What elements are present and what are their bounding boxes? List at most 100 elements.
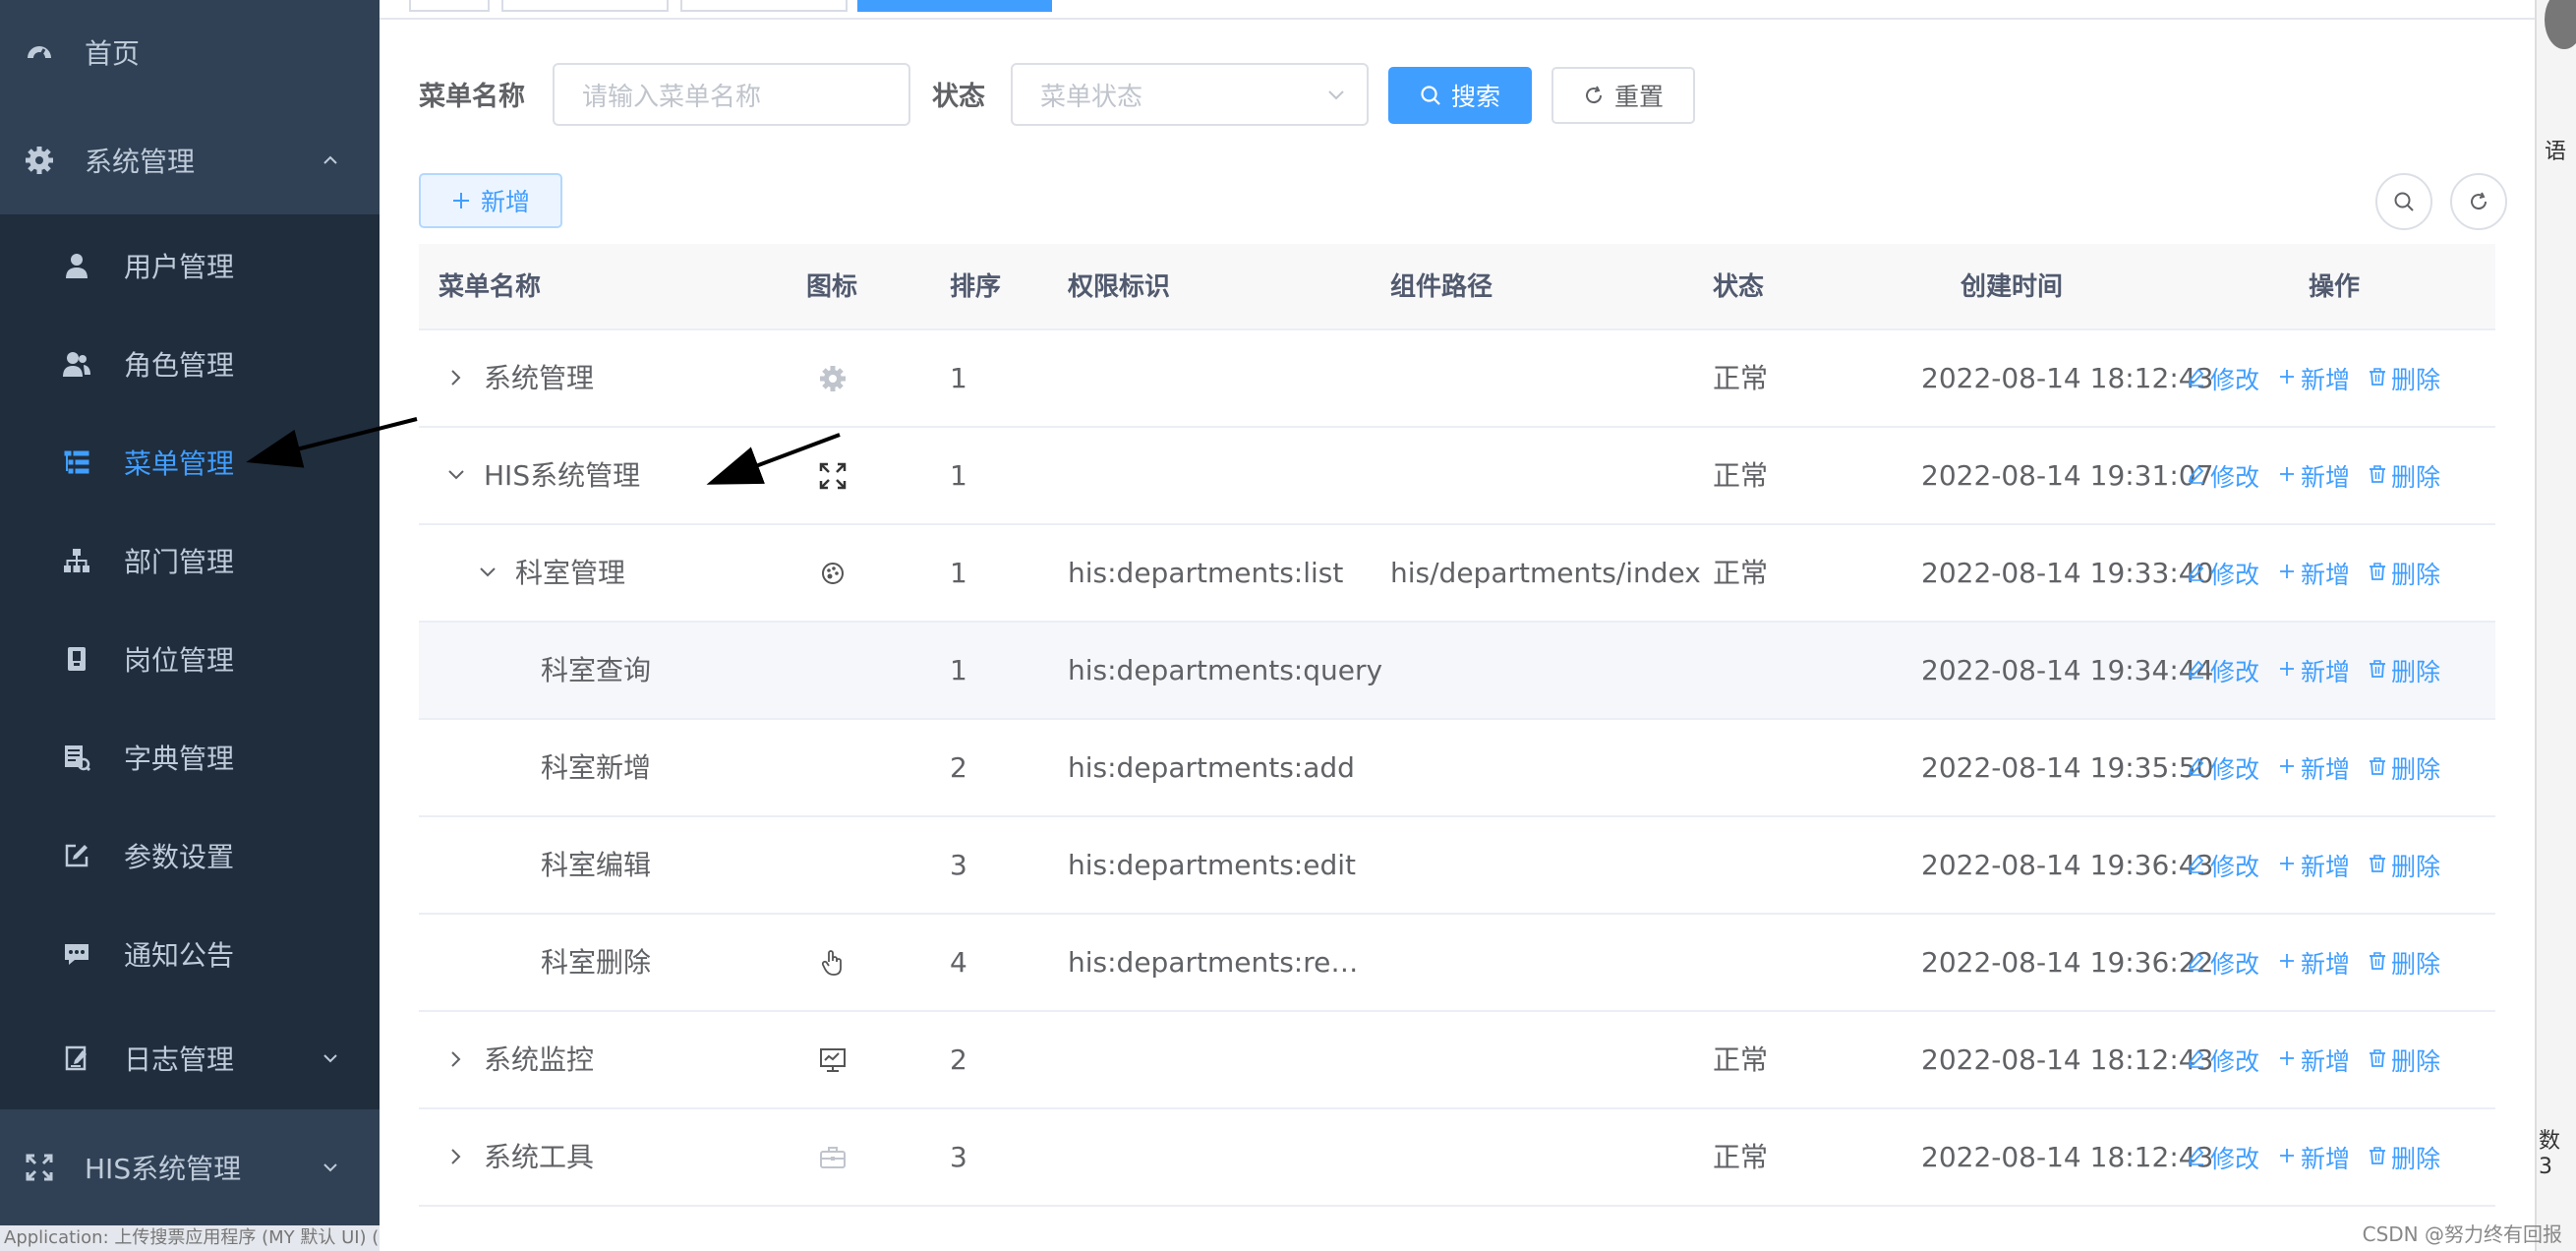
- cell-perms: his:departments:query: [1068, 654, 1383, 686]
- sidebar-item-users[interactable]: 用户管理: [0, 216, 380, 315]
- search-button[interactable]: 搜索: [1388, 67, 1532, 124]
- table-row[interactable]: 系统管理 1 正常 2022-08-14 18:12:43 修改 新增 删除: [419, 330, 2495, 428]
- delete-link[interactable]: 删除: [2368, 556, 2440, 591]
- hand-icon: [816, 946, 849, 980]
- fullscreen-icon: [816, 459, 849, 493]
- refresh-icon: [1585, 86, 1602, 104]
- edit-link[interactable]: 修改: [2187, 458, 2259, 494]
- edit-link[interactable]: 修改: [2187, 1042, 2259, 1078]
- edit-link-label: 修改: [2210, 852, 2260, 881]
- table-row[interactable]: 科室编辑 3 his:departments:edit 2022-08-14 1…: [419, 817, 2495, 915]
- tag-tab[interactable]: [409, 0, 490, 12]
- toggle-search-button[interactable]: [2375, 173, 2432, 230]
- sidebar-item-roles[interactable]: 角色管理: [0, 315, 380, 413]
- delete-icon: [2368, 1143, 2387, 1171]
- add-child-link[interactable]: 新增: [2277, 1042, 2350, 1078]
- edit-link[interactable]: 修改: [2187, 1140, 2259, 1175]
- sidebar-item-home[interactable]: 首页: [0, 0, 380, 103]
- cell-created: 2022-08-14 18:12:43: [1921, 1043, 2214, 1076]
- sidebar-item-menus[interactable]: 菜单管理: [0, 413, 380, 511]
- col-menu-name: 菜单名称: [439, 272, 542, 302]
- edit-link[interactable]: 修改: [2187, 750, 2259, 786]
- table-row[interactable]: 科室新增 2 his:departments:add 2022-08-14 19…: [419, 720, 2495, 817]
- sidebar-item-notice[interactable]: 通知公告: [0, 905, 380, 1003]
- reset-button[interactable]: 重置: [1551, 67, 1695, 124]
- chevron-down-icon: [323, 1054, 337, 1063]
- cell-order: 3: [950, 849, 967, 881]
- expand-toggle-icon[interactable]: [446, 1049, 466, 1069]
- expand-toggle-icon[interactable]: [446, 368, 466, 387]
- cell-status: 正常: [1713, 1141, 1769, 1173]
- add-child-link[interactable]: 新增: [2277, 848, 2350, 883]
- expand-toggle-icon[interactable]: [446, 465, 466, 485]
- tag-tab-active[interactable]: [857, 0, 1052, 12]
- add-child-link[interactable]: 新增: [2277, 458, 2350, 494]
- sidebar-item-posts[interactable]: 岗位管理: [0, 610, 380, 708]
- menu-name-input[interactable]: 请输入菜单名称: [553, 63, 910, 126]
- add-button[interactable]: 新增: [419, 173, 562, 228]
- table-row[interactable]: 科室删除 4 his:departments:re… 2022-08-14 19…: [419, 915, 2495, 1012]
- edit-link[interactable]: 修改: [2187, 361, 2259, 396]
- reset-button-label: 重置: [1613, 83, 1664, 111]
- add-child-link[interactable]: 新增: [2277, 556, 2350, 591]
- edit-link[interactable]: 修改: [2187, 945, 2259, 981]
- delete-link[interactable]: 删除: [2368, 361, 2440, 396]
- delete-link[interactable]: 删除: [2368, 1140, 2440, 1175]
- edit-icon: [61, 840, 92, 871]
- cell-menu-name: HIS系统管理: [484, 459, 641, 492]
- table-row[interactable]: HIS系统管理 1 正常 2022-08-14 19:31:07 修改 新增 删…: [419, 428, 2495, 525]
- delete-link-label: 删除: [2391, 852, 2441, 881]
- status-label: 状态: [932, 82, 985, 112]
- edit-link-label: 修改: [2210, 1144, 2260, 1173]
- add-link-label: 新增: [2301, 754, 2351, 784]
- add-child-link[interactable]: 新增: [2277, 653, 2350, 688]
- plus-icon: [2277, 364, 2297, 392]
- edit-link[interactable]: 修改: [2187, 653, 2259, 688]
- row-actions: 修改 新增 删除: [2187, 428, 2440, 523]
- sidebar-item-depts[interactable]: 部门管理: [0, 511, 380, 610]
- sidebar-item-config[interactable]: 参数设置: [0, 806, 380, 905]
- sidebar-item-label: 系统管理: [85, 145, 196, 178]
- sidebar-item-his[interactable]: HIS系统管理: [0, 1109, 380, 1225]
- delete-icon: [2368, 753, 2387, 782]
- add-link-label: 新增: [2301, 1046, 2351, 1076]
- delete-link[interactable]: 删除: [2368, 945, 2440, 981]
- delete-link[interactable]: 删除: [2368, 653, 2440, 688]
- table-row[interactable]: 科室管理 1 his:departments:list his/departme…: [419, 525, 2495, 623]
- edit-icon: [2187, 656, 2206, 685]
- cell-created: 2022-08-14 19:35:50: [1921, 751, 2214, 784]
- delete-link[interactable]: 删除: [2368, 848, 2440, 883]
- tag-tab[interactable]: [680, 0, 848, 12]
- refresh-table-button[interactable]: [2450, 173, 2507, 230]
- edit-icon: [2187, 1143, 2206, 1171]
- cell-menu-name: 科室管理: [515, 557, 626, 589]
- sidebar-item-system[interactable]: 系统管理: [0, 108, 380, 211]
- table-row[interactable]: 系统监控 2 正常 2022-08-14 18:12:43 修改 新增 删除: [419, 1012, 2495, 1109]
- table-row[interactable]: 系统工具 3 正常 2022-08-14 18:12:43 修改 新增 删除: [419, 1109, 2495, 1207]
- col-ops: 操作: [2309, 272, 2361, 302]
- cell-created: 2022-08-14 19:36:43: [1921, 849, 2214, 881]
- add-child-link[interactable]: 新增: [2277, 361, 2350, 396]
- sidebar-item-dict[interactable]: 字典管理: [0, 708, 380, 806]
- table-row[interactable]: 科室查询 1 his:departments:query 2022-08-14 …: [419, 623, 2495, 720]
- cell-order: 4: [950, 946, 967, 979]
- tag-tab[interactable]: [501, 0, 669, 12]
- add-child-link[interactable]: 新增: [2277, 750, 2350, 786]
- sidebar-item-label: 用户管理: [124, 251, 235, 283]
- status-select[interactable]: 菜单状态: [1011, 63, 1369, 126]
- delete-link[interactable]: 删除: [2368, 458, 2440, 494]
- delete-link-label: 删除: [2391, 365, 2441, 394]
- expand-toggle-icon[interactable]: [446, 1147, 466, 1166]
- sidebar-item-logs[interactable]: 日志管理: [0, 1009, 380, 1107]
- delete-link-label: 删除: [2391, 657, 2441, 686]
- edit-link[interactable]: 修改: [2187, 848, 2259, 883]
- cell-created: 2022-08-14 19:31:07: [1921, 459, 2214, 492]
- add-child-link[interactable]: 新增: [2277, 1140, 2350, 1175]
- delete-link[interactable]: 删除: [2368, 750, 2440, 786]
- dict-icon: [61, 742, 92, 773]
- expand-toggle-icon[interactable]: [478, 563, 498, 582]
- edit-link[interactable]: 修改: [2187, 556, 2259, 591]
- add-child-link[interactable]: 新增: [2277, 945, 2350, 981]
- delete-link[interactable]: 删除: [2368, 1042, 2440, 1078]
- sidebar-item-label: 通知公告: [124, 939, 235, 972]
